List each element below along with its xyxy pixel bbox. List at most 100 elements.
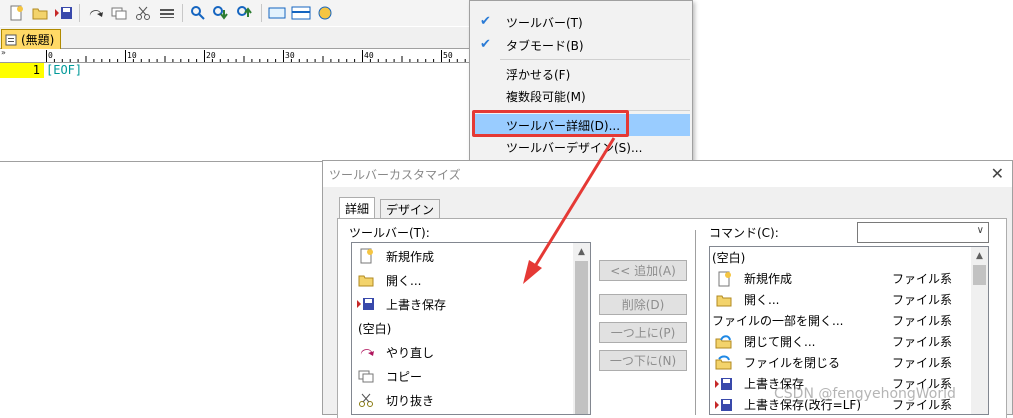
line-number-gutter: 1 (0, 63, 44, 78)
scissors-icon (356, 391, 376, 409)
ruler-label: 50 (443, 51, 453, 60)
cut-icon[interactable] (131, 2, 155, 24)
copy-icon[interactable] (107, 2, 131, 24)
toolbar-separator (79, 4, 80, 22)
ruler-chevrons: » (1, 50, 6, 57)
menu-item-multirow[interactable]: 複数段可能(M) (472, 85, 690, 107)
list-item[interactable]: (空白) (352, 316, 391, 340)
ruler-label: 0 (48, 51, 53, 60)
list-item[interactable]: コピー (352, 364, 422, 388)
watermark: CSDN @fengyehongWorld (774, 386, 956, 402)
list-item[interactable]: やり直し (352, 340, 434, 364)
main-toolbar (0, 0, 471, 26)
move-down-button[interactable]: 一つ下に(N) (599, 350, 687, 371)
menu-item-label: 複数段可能(M) (506, 89, 586, 104)
menu-separator (500, 59, 690, 60)
list-item-category: ファイル系 (892, 293, 953, 307)
menu-item-label: ツールバーデザイン(S)... (506, 140, 643, 155)
new-icon[interactable] (4, 2, 28, 24)
ruler-label: 10 (127, 51, 137, 60)
search-icon[interactable] (186, 2, 210, 24)
tab-details[interactable]: 詳細 (339, 197, 376, 219)
list-item-label: 切り抜き (386, 393, 435, 408)
list-item-label: コピー (386, 369, 423, 384)
list-item-category: ファイル系 (892, 314, 953, 328)
list-item-label: 新規作成 (744, 272, 793, 286)
eof-marker: [EOF] (46, 63, 83, 77)
list-item-label: やり直し (386, 345, 435, 360)
list-item[interactable]: 新規作成 ファイル系 (710, 268, 972, 289)
ruler-label: 20 (206, 51, 216, 60)
save-icon (356, 295, 376, 313)
list-item[interactable]: 開く... ファイル系 (710, 289, 972, 310)
menu-item-toolbar-design[interactable]: ツールバーデザイン(S)... (472, 136, 690, 158)
list-item[interactable]: 上書き保存 (352, 292, 446, 316)
save-icon (714, 375, 734, 393)
dialog-title: ツールバーカスタマイズ (329, 167, 461, 182)
search-next-icon[interactable] (210, 2, 234, 24)
list-item[interactable]: 開く... (352, 268, 421, 292)
list-item[interactable]: ファイルの一部を開く... ファイル系 (710, 310, 972, 331)
scroll-thumb[interactable] (575, 261, 588, 414)
close-icon[interactable]: ✕ (991, 164, 1004, 183)
save-icon[interactable] (52, 2, 76, 24)
folder-icon (714, 291, 734, 309)
command-category-select[interactable]: ∨ (857, 222, 989, 243)
chevron-down-icon: ∨ (976, 225, 984, 236)
list-item-label: 開く... (386, 273, 422, 288)
outline-icon[interactable] (289, 2, 313, 24)
list-item-label: 閉じて開く... (744, 335, 816, 349)
delete-button[interactable]: 削除(D) (599, 294, 687, 315)
redo-icon[interactable] (83, 2, 107, 24)
list-item[interactable]: 閉じて開く... ファイル系 (710, 331, 972, 352)
line-number: 1 (32, 63, 40, 77)
scroll-thumb[interactable] (973, 265, 986, 285)
open-icon[interactable] (28, 2, 52, 24)
list-item-label: 開く... (744, 293, 780, 307)
list-item-category: ファイル系 (892, 335, 953, 349)
command-label: コマンド(C): (709, 226, 779, 240)
folder-icon (356, 271, 376, 289)
dialog-title-bar: ツールバーカスタマイズ ✕ (323, 161, 1012, 187)
editor-window: (無題) » 0 10 20 30 40 50 1 [EOF] (0, 0, 471, 162)
grep-icon[interactable] (265, 2, 289, 24)
annotation-highlight-box (472, 110, 629, 137)
toolbar-context-menu: ✔ ツールバー(T) ✔ タブモード(B) 浮かせる(F) 複数段可能(M) ツ… (469, 0, 693, 162)
search-prev-icon[interactable] (234, 2, 258, 24)
toolbar-separator (261, 4, 262, 22)
save-lf-icon (714, 396, 734, 414)
list-item-category: ファイル系 (892, 272, 953, 286)
paste-icon[interactable] (155, 2, 179, 24)
document-tab[interactable]: (無題) (1, 29, 62, 49)
list-item[interactable]: ファイルを閉じる ファイル系 (710, 352, 972, 373)
redo-icon (356, 343, 376, 361)
new-file-icon (714, 270, 734, 288)
help-icon[interactable] (313, 2, 337, 24)
tab-design[interactable]: デザイン (380, 199, 441, 219)
menu-item-tab-mode[interactable]: ✔ タブモード(B) (472, 34, 690, 56)
check-icon: ✔ (480, 14, 491, 29)
close-open-icon (714, 333, 734, 351)
command-list-scrollbar[interactable]: ▲ (971, 247, 988, 414)
list-item[interactable]: 切り抜き (352, 388, 434, 412)
list-item-label: (空白) (358, 321, 392, 336)
list-item[interactable]: 新規作成 (352, 244, 434, 268)
scroll-up-icon[interactable]: ▲ (573, 243, 590, 260)
add-button[interactable]: << 追加(A) (599, 260, 687, 281)
list-item-label: ファイルの一部を開く... (712, 314, 844, 328)
move-up-button[interactable]: 一つ上に(P) (599, 322, 687, 343)
menu-item-toolbar[interactable]: ✔ ツールバー(T) (472, 11, 690, 33)
list-item[interactable]: (空白) (710, 247, 745, 268)
toolbar-list-label: ツールバー(T): (349, 226, 430, 240)
toolbar-listbox[interactable]: 新規作成 開く... 上書き保存 (空白) やり直し コピー 切り抜き ▲ (351, 242, 591, 415)
ruler-label: 30 (285, 51, 295, 60)
close-file-icon (714, 354, 734, 372)
list-item-category: ファイル系 (892, 356, 953, 370)
new-file-icon (356, 247, 376, 265)
document-icon (5, 34, 17, 45)
menu-item-float[interactable]: 浮かせる(F) (472, 63, 690, 85)
vertical-separator (695, 230, 698, 415)
toolbar-list-scrollbar[interactable]: ▲ (573, 243, 590, 414)
scroll-up-icon[interactable]: ▲ (971, 247, 988, 264)
ruler-label: 40 (364, 51, 374, 60)
